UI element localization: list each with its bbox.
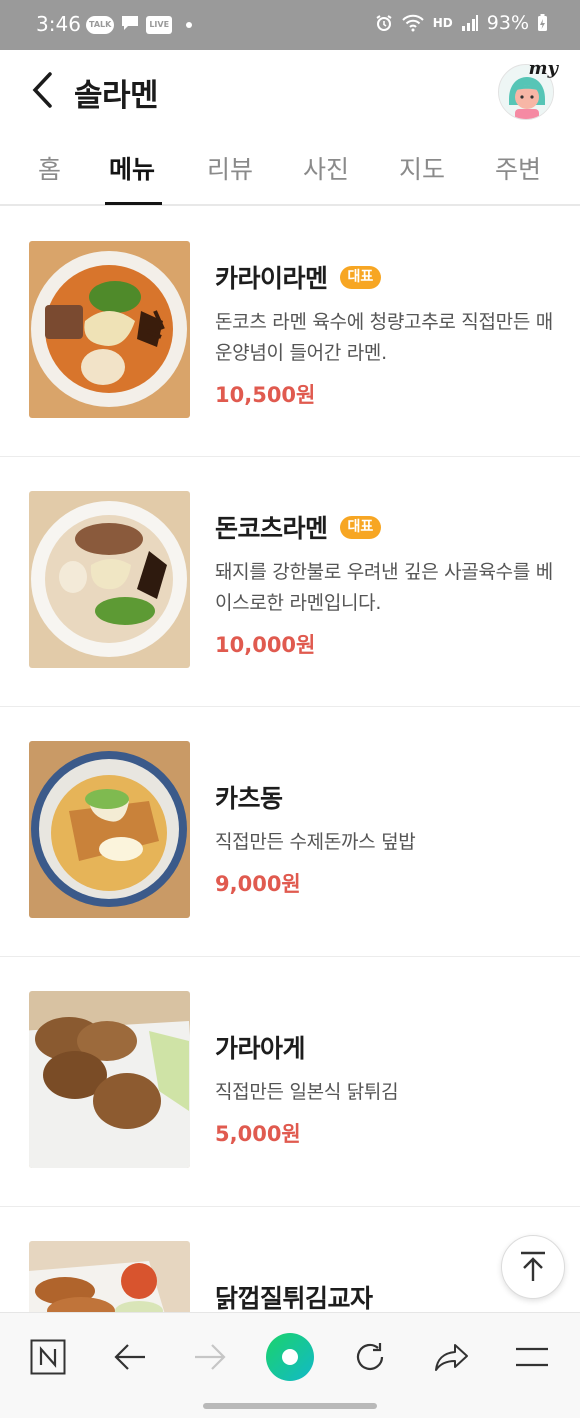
menu-name: 돈코츠라멘 [215, 514, 328, 543]
alarm-icon [375, 14, 393, 32]
menu-item[interactable]: 돈코츠라멘 대표 돼지를 강한불로 우려낸 깊은 사골육수를 베이스로한 라멘입… [0, 457, 580, 707]
page-title: 솔라멘 [74, 78, 159, 114]
menu-info: 가라아게 직접만든 일본식 닭튀김 5,000원 [215, 1029, 555, 1148]
kakaotalk-icon: TALK [86, 16, 115, 34]
status-time: 3:46 [36, 12, 81, 36]
menu-description: 직접만든 일본식 닭튀김 [215, 1081, 399, 1103]
share-button[interactable] [428, 1333, 476, 1381]
active-tab-indicator [105, 202, 162, 205]
scroll-to-top-button[interactable] [501, 1235, 565, 1299]
signal-icon [461, 14, 479, 32]
browser-back-button[interactable] [106, 1333, 154, 1381]
menu-price: 10,000원 [215, 633, 316, 657]
forward-arrow-icon [195, 1344, 226, 1370]
menu-name: 카츠동 [215, 784, 283, 813]
menu-description: 돈코츠 라멘 육수에 청량고추로 직접만든 매운양념이 들어간 라멘. [215, 311, 553, 364]
menu-price: 9,000원 [215, 872, 301, 896]
menu-item[interactable]: 가라아게 직접만든 일본식 닭튀김 5,000원 [0, 957, 580, 1207]
home-indicator [203, 1403, 377, 1409]
menu-info: 카라이라멘 대표 돈코츠 라멘 육수에 청량고추로 직접만든 매운양념이 들어간… [215, 259, 555, 409]
menu-item[interactable]: 카라이라멘 대표 돈코츠 라멘 육수에 청량고추로 직접만든 매운양념이 들어간… [0, 207, 580, 457]
tab-nearby[interactable]: 주변 [495, 150, 541, 186]
back-button[interactable] [22, 68, 62, 112]
tab-bar: 홈 메뉴 리뷰 사진 지도 주변 [0, 134, 580, 206]
menu-photo-karaage[interactable] [29, 991, 190, 1168]
my-label: my [528, 58, 558, 79]
menu-item[interactable]: 카츠동 직접만든 수제돈까스 덮밥 9,000원 [0, 707, 580, 957]
battery-percent: 93% [486, 12, 529, 34]
arrow-up-icon [521, 1251, 545, 1281]
status-notification-icons: TALK LIVE [86, 14, 193, 36]
menu-photo-katsudon[interactable] [29, 741, 190, 918]
menu-name: 카라이라멘 [215, 264, 328, 293]
tab-photo[interactable]: 사진 [303, 150, 349, 186]
menu-icon [516, 1347, 548, 1367]
signature-badge: 대표 [339, 515, 382, 539]
menu-info: 닭껍질튀김교자 [215, 1279, 555, 1315]
browser-forward-button[interactable] [186, 1333, 234, 1381]
live-icon: LIVE [146, 16, 173, 34]
tab-map[interactable]: 지도 [399, 150, 445, 186]
menu-photo-tonkotsu-ramen[interactable] [29, 491, 190, 668]
menu-photo-karai-ramen[interactable] [29, 241, 190, 418]
signature-badge: 대표 [339, 265, 382, 289]
menu-description: 직접만든 수제돈까스 덮밥 [215, 831, 416, 853]
menu-description: 돼지를 강한불로 우려낸 깊은 사골육수를 베이스로한 라멘입니다. [215, 561, 553, 614]
tab-home[interactable]: 홈 [38, 150, 61, 186]
battery-icon [537, 14, 548, 32]
green-dot-button[interactable] [266, 1333, 314, 1381]
menu-name: 가라아게 [215, 1034, 306, 1063]
naver-home-button[interactable] [24, 1333, 72, 1381]
menu-price: 10,500원 [215, 383, 316, 407]
status-bar: 3:46 TALK LIVE HD 93% [0, 0, 580, 50]
tab-review[interactable]: 리뷰 [207, 150, 253, 186]
chat-bubble-icon [120, 14, 140, 36]
hd-voice-icon: HD [432, 16, 453, 30]
back-arrow-icon [114, 1344, 145, 1370]
chevron-left-icon [32, 72, 52, 108]
menu-price: 5,000원 [215, 1122, 301, 1146]
notification-dot-icon [186, 22, 193, 28]
green-dot-icon [266, 1333, 314, 1381]
wifi-icon [401, 14, 425, 32]
browser-menu-button[interactable] [508, 1333, 556, 1381]
app-header: 솔라멘 my [0, 50, 580, 134]
refresh-button[interactable] [346, 1333, 394, 1381]
tab-menu[interactable]: 메뉴 [109, 150, 155, 186]
menu-info: 카츠동 직접만든 수제돈까스 덮밥 9,000원 [215, 779, 555, 898]
menu-name: 닭껍질튀김교자 [215, 1284, 373, 1313]
menu-info: 돈코츠라멘 대표 돼지를 강한불로 우려낸 깊은 사골육수를 베이스로한 라멘입… [215, 509, 555, 659]
menu-list: 카라이라멘 대표 돈코츠 라멘 육수에 청량고추로 직접만든 매운양념이 들어간… [0, 207, 580, 1418]
naver-n-icon [30, 1339, 66, 1375]
share-icon [435, 1344, 468, 1371]
status-system-icons: HD 93% [375, 12, 548, 34]
refresh-icon [356, 1343, 384, 1370]
